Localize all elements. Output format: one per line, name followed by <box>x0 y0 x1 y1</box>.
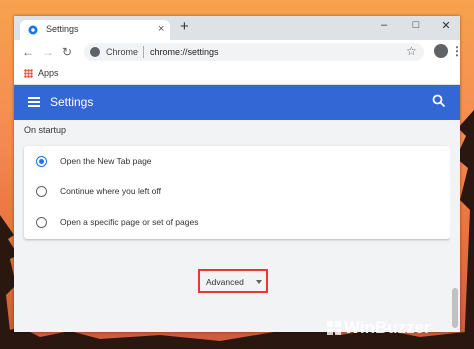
option-label: Continue where you left off <box>60 186 161 196</box>
chrome-icon <box>90 47 100 57</box>
scrollbar[interactable] <box>450 120 460 332</box>
section-title: On startup <box>24 125 67 135</box>
close-tab-icon[interactable]: × <box>158 23 164 35</box>
radio-button[interactable] <box>36 186 47 197</box>
close-window-button[interactable]: ✕ <box>436 19 456 32</box>
back-icon[interactable]: ← <box>22 45 34 59</box>
menu-icon[interactable]: ⋮ <box>451 44 463 58</box>
hamburger-menu-icon[interactable] <box>28 97 40 107</box>
page-title: Settings <box>50 95 94 109</box>
tab-title: Settings <box>46 24 79 34</box>
apps-grid-icon[interactable] <box>24 69 33 78</box>
toolbar: ← → ↻ Chrome chrome://settings ☆ ⋮ <box>14 40 463 64</box>
caret-down-icon[interactable] <box>256 280 262 284</box>
search-icon[interactable] <box>432 94 446 108</box>
winbuzzer-logo-icon <box>327 321 341 335</box>
site-name: Chrome <box>106 47 139 57</box>
radio-button[interactable] <box>36 156 47 167</box>
startup-options-card: Open the New Tab page Continue where you… <box>24 146 450 239</box>
title-bar: Settings × + – □ ✕ <box>14 16 460 40</box>
advanced-button[interactable]: Advanced <box>206 277 244 287</box>
apps-bookmark[interactable]: Apps <box>38 68 59 78</box>
scrollbar-thumb[interactable] <box>452 288 458 328</box>
settings-content: On startup Open the New Tab page Continu… <box>14 120 460 332</box>
startup-option-new-tab[interactable]: Open the New Tab page <box>24 147 450 177</box>
startup-option-continue[interactable]: Continue where you left off <box>24 177 450 207</box>
reload-icon[interactable]: ↻ <box>62 45 72 59</box>
browser-window: Settings × + – □ ✕ ← → ↻ Chrome chrome:/… <box>14 16 463 332</box>
watermark: WinBuzzer <box>344 318 431 337</box>
bookmarks-bar: Apps <box>14 64 460 85</box>
option-label: Open a specific page or set of pages <box>60 217 199 227</box>
profile-icon[interactable] <box>434 44 448 58</box>
option-label: Open the New Tab page <box>60 156 152 166</box>
settings-header: Settings <box>14 85 460 120</box>
address-bar[interactable]: Chrome chrome://settings ☆ <box>84 43 424 61</box>
divider <box>143 46 144 58</box>
maximize-button[interactable]: □ <box>406 19 426 31</box>
radio-button[interactable] <box>36 217 47 228</box>
gear-icon <box>28 25 38 35</box>
forward-icon[interactable]: → <box>42 45 54 59</box>
minimize-button[interactable]: – <box>374 19 394 31</box>
url-text: chrome://settings <box>150 47 219 57</box>
star-icon[interactable]: ☆ <box>406 44 417 58</box>
tab-settings[interactable]: Settings × <box>20 20 170 40</box>
new-tab-button[interactable]: + <box>180 19 189 35</box>
startup-option-specific-pages[interactable]: Open a specific page or set of pages <box>24 208 450 238</box>
